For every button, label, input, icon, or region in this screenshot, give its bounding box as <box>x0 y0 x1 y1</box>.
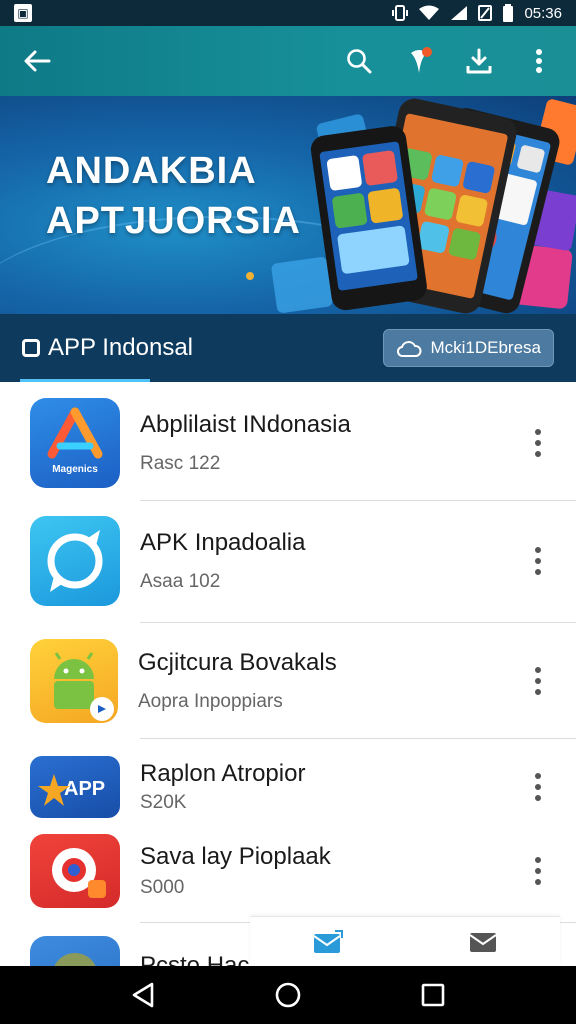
android-icon <box>54 953 96 966</box>
cloud-icon <box>397 341 422 357</box>
tab-button-label: Mcki1DEbresa <box>430 338 541 357</box>
list-item[interactable]: APP Raplon Atropior S20K <box>0 756 576 818</box>
list-item[interactable]: APK Inpadoalia Asaa 102 <box>0 516 576 606</box>
clock: 05:36 <box>524 4 562 22</box>
list-item[interactable]: Magenics Abplilaist INdonasia Rasc 122 <box>0 398 576 488</box>
compose-button[interactable] <box>308 922 348 962</box>
app-subtitle: Aopra Inpoppiars <box>138 691 283 712</box>
star-burst-icon <box>38 774 70 806</box>
nav-recents-button[interactable] <box>413 975 453 1015</box>
app-subtitle: S20K <box>140 792 187 813</box>
list-item[interactable]: Gcjitcura Bovakals Aopra Inpoppiars <box>0 638 576 724</box>
phones-illustration <box>246 98 576 314</box>
mail-compose-icon <box>312 929 343 953</box>
tab-label: APP Indonsal <box>48 334 193 361</box>
app-subtitle: Rasc 122 <box>140 453 221 474</box>
mail-icon <box>468 932 497 952</box>
camera-lens-icon <box>52 848 106 898</box>
tab-filter-button[interactable]: Mcki1DEbresa <box>383 329 554 367</box>
overflow-menu-button[interactable] <box>522 44 556 78</box>
vibrate-icon <box>392 5 409 21</box>
app-icon <box>30 834 120 908</box>
hero-banner[interactable]: ANDAKBIA APTJUORSIA <box>0 96 576 314</box>
app-icon: Magenics <box>30 398 120 488</box>
more-options-button[interactable] <box>528 423 548 463</box>
notifications-button[interactable] <box>402 44 436 78</box>
bottom-action-bar <box>250 916 560 966</box>
divider <box>140 738 576 739</box>
app-icon-caption: Magenics <box>52 464 98 475</box>
app-list: Magenics Abplilaist INdonasia Rasc 122 A… <box>0 382 576 966</box>
list-item[interactable]: Sava lay Pioplaak S000 <box>0 834 576 908</box>
more-options-button[interactable] <box>528 661 548 701</box>
tab-bar: APP Indonsal Mcki1DEbresa <box>0 314 576 382</box>
android-icon <box>54 652 114 721</box>
battery-icon <box>503 4 514 22</box>
triangle-back-icon <box>132 982 153 1008</box>
app-tab-icon <box>22 339 40 357</box>
app-icon <box>30 936 120 966</box>
nav-back-button[interactable] <box>123 975 163 1015</box>
nav-home-button[interactable] <box>268 975 308 1015</box>
search-icon <box>347 49 372 74</box>
app-subtitle: Asaa 102 <box>140 571 221 592</box>
arrow-left-icon <box>24 50 51 72</box>
status-bar: ▣ 05:36 <box>0 0 576 26</box>
status-icons: 05:36 <box>392 4 562 22</box>
app-bar <box>0 26 576 96</box>
back-button[interactable] <box>20 44 54 78</box>
wifi-icon <box>419 5 440 20</box>
app-name: Gcjitcura Bovakals <box>138 649 337 676</box>
app-name: Pcsto Haci <box>140 952 255 966</box>
divider <box>140 500 576 501</box>
circle-home-icon <box>275 982 301 1008</box>
more-vertical-icon <box>536 49 542 73</box>
app-icon: APP <box>30 756 120 818</box>
notification-icon: ▣ <box>14 4 32 22</box>
swirl-logo-icon <box>47 530 103 592</box>
notification-badge <box>422 47 432 57</box>
more-options-button[interactable] <box>528 851 548 891</box>
app-name: Abplilaist INdonasia <box>140 411 351 438</box>
signal-icon <box>451 6 468 20</box>
search-button[interactable] <box>342 44 376 78</box>
no-sim-icon <box>478 5 493 21</box>
download-icon <box>466 48 492 74</box>
app-name: Sava lay Pioplaak <box>140 843 331 870</box>
app-icon <box>30 516 120 606</box>
more-options-button[interactable] <box>528 541 548 581</box>
app-subtitle: S000 <box>140 877 185 898</box>
app-name: Raplon Atropior <box>140 760 306 787</box>
inbox-button[interactable] <box>463 922 503 962</box>
divider <box>140 622 576 623</box>
download-button[interactable] <box>462 44 496 78</box>
square-recents-icon <box>422 983 445 1007</box>
app-name: APK Inpadoalia <box>140 529 306 556</box>
tab-app-indonesia[interactable]: APP Indonsal <box>20 314 193 382</box>
more-options-button[interactable] <box>528 767 548 807</box>
app-icon <box>30 639 118 723</box>
system-nav-bar <box>0 966 576 1024</box>
